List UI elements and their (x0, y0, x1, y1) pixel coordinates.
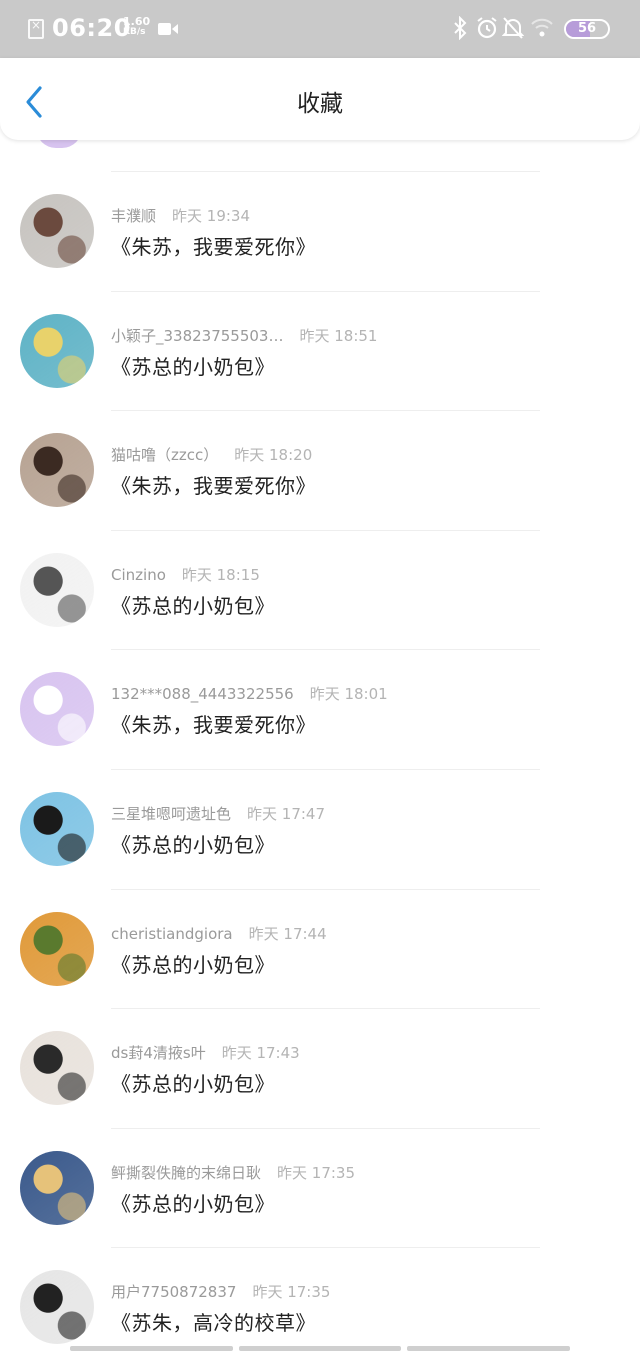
network-speed-unit: KB/s (123, 27, 146, 37)
avatar[interactable] (20, 912, 94, 986)
timestamp: 昨天 18:51 (299, 327, 378, 345)
user-name: 三星堆嗯呵遗址色 (111, 805, 232, 823)
user-name: 猫咕噜（zzcc） (111, 446, 219, 464)
timestamp: 昨天 17:35 (252, 1283, 331, 1301)
item-meta: 132***088_4443322556 昨天 18:01 (111, 683, 388, 704)
item-meta: 猫咕噜（zzcc） 昨天 18:20 (111, 444, 312, 465)
list-item[interactable]: Cinzino 昨天 18:15 《苏总的小奶包》 (0, 530, 640, 650)
timestamp: 昨天 18:15 (181, 566, 260, 584)
divider (111, 291, 540, 292)
item-meta: 用户7750872837 昨天 17:35 (111, 1281, 330, 1302)
network-speed: 1.60 KB/s (123, 16, 150, 38)
list-item[interactable]: 丰濮顺 昨天 19:34 《朱苏，我要爱死你》 (0, 171, 640, 291)
item-meta: 丰濮顺 昨天 19:34 (111, 205, 250, 226)
list-item[interactable]: 132***088_4443322556 昨天 18:01 《朱苏，我要爱死你》 (0, 649, 640, 769)
battery-percent: 56 (577, 21, 597, 36)
user-name: 鲆撕裂佚腌的末绵日耿 (111, 1164, 262, 1182)
list-item[interactable]: 鲆撕裂佚腌的末绵日耿 昨天 17:35 《苏总的小奶包》 (0, 1128, 640, 1248)
timestamp: 昨天 18:01 (309, 685, 388, 703)
avatar[interactable] (20, 792, 94, 866)
user-name: ds葑4清掖s叶 (111, 1044, 206, 1062)
book-title[interactable]: 《朱苏，我要爱死你》 (111, 709, 316, 738)
item-meta: cheristiandgiora 昨天 17:44 (111, 923, 327, 944)
book-title[interactable]: 《苏总的小奶包》 (111, 1068, 275, 1097)
timestamp: 昨天 17:43 (221, 1044, 300, 1062)
list-item[interactable]: 用户7750872837 昨天 17:35 《苏朱，高冷的校草》 (0, 1247, 640, 1351)
divider (111, 1247, 540, 1248)
timestamp: 昨天 17:35 (277, 1164, 356, 1182)
avatar[interactable] (20, 314, 94, 388)
page-title: 收藏 (297, 91, 343, 117)
divider (111, 889, 540, 890)
battery-indicator: 56 (564, 19, 610, 39)
status-time: 06:20 (52, 14, 131, 42)
no-sim-icon (28, 18, 44, 39)
book-title[interactable]: 《朱苏，我要爱死你》 (111, 470, 316, 499)
list-item[interactable]: 三星堆嗯呵遗址色 昨天 17:47 《苏总的小奶包》 (0, 769, 640, 889)
network-speed-value: 1.60 (123, 15, 151, 28)
divider (111, 171, 540, 172)
wifi-icon (531, 18, 553, 37)
item-meta: 三星堆嗯呵遗址色 昨天 17:47 (111, 803, 325, 824)
item-meta: ds葑4清掖s叶 昨天 17:43 (111, 1042, 300, 1063)
avatar[interactable] (20, 194, 94, 268)
timestamp: 昨天 17:47 (247, 805, 326, 823)
book-title[interactable]: 《苏总的小奶包》 (111, 1188, 275, 1217)
item-meta: 鲆撕裂佚腌的末绵日耿 昨天 17:35 (111, 1162, 355, 1183)
book-title[interactable]: 《朱苏，我要爱死你》 (111, 231, 316, 260)
divider (111, 769, 540, 770)
divider (111, 649, 540, 650)
list-item[interactable]: 小颖子_33823755503… 昨天 18:51 《苏总的小奶包》 (0, 291, 640, 411)
timestamp: 昨天 18:20 (234, 446, 313, 464)
avatar[interactable] (20, 1031, 94, 1105)
divider (111, 530, 540, 531)
avatar[interactable] (20, 1270, 94, 1344)
list-item[interactable]: ds葑4清掖s叶 昨天 17:43 《苏总的小奶包》 (0, 1008, 640, 1128)
list-item[interactable]: cheristiandgiora 昨天 17:44 《苏总的小奶包》 (0, 889, 640, 1009)
timestamp: 昨天 19:34 (172, 207, 251, 225)
user-name: cheristiandgiora (111, 925, 233, 943)
item-meta: Cinzino 昨天 18:15 (111, 564, 260, 585)
bottom-indicator (70, 1346, 571, 1351)
divider (111, 1128, 540, 1129)
status-bar: 06:20 1.60 KB/s 56 (0, 0, 640, 58)
bell-muted-icon (502, 17, 524, 39)
book-title[interactable]: 《苏总的小奶包》 (111, 949, 275, 978)
favorites-list[interactable]: 丰濮顺 昨天 19:34 《朱苏，我要爱死你》 小颖子_33823755503… 昨天 … (0, 0, 640, 1351)
user-name: 丰濮顺 (111, 207, 157, 225)
nav-header: 收藏 (0, 58, 640, 140)
avatar[interactable] (20, 672, 94, 746)
list-item[interactable]: 猫咕噜（zzcc） 昨天 18:20 《朱苏，我要爱死你》 (0, 410, 640, 530)
user-name: 132***088_4443322556 (111, 685, 294, 703)
user-name: 小颖子_33823755503… (111, 327, 284, 345)
avatar[interactable] (20, 433, 94, 507)
divider (111, 1008, 540, 1009)
avatar[interactable] (20, 553, 94, 627)
book-title[interactable]: 《苏朱，高冷的校草》 (111, 1307, 316, 1336)
timestamp: 昨天 17:44 (248, 925, 327, 943)
bluetooth-icon (454, 16, 467, 40)
book-title[interactable]: 《苏总的小奶包》 (111, 590, 275, 619)
user-name: 用户7750872837 (111, 1283, 237, 1301)
video-icon (158, 23, 178, 35)
divider (111, 410, 540, 411)
book-title[interactable]: 《苏总的小奶包》 (111, 351, 275, 380)
alarm-icon (477, 17, 497, 39)
user-name: Cinzino (111, 566, 166, 584)
book-title[interactable]: 《苏总的小奶包》 (111, 829, 275, 858)
item-meta: 小颖子_33823755503… 昨天 18:51 (111, 325, 377, 346)
avatar[interactable] (20, 1151, 94, 1225)
